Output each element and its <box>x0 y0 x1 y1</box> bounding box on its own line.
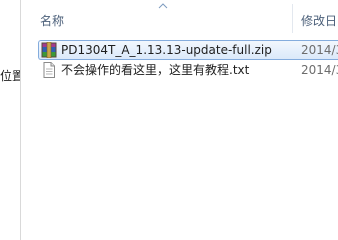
file-row[interactable]: PD1304T_A_1.13.13-update-full.zip 2014/3 <box>21 40 338 60</box>
file-row[interactable]: 不会操作的看这里，这里有教程.txt 2014/3 <box>21 60 338 80</box>
column-header-bar: 名称 修改日 <box>21 0 338 33</box>
text-file-icon <box>43 62 55 78</box>
file-date-modified: 2014/3 <box>301 63 338 77</box>
file-name: PD1304T_A_1.13.13-update-full.zip <box>61 43 272 57</box>
sort-ascending-icon <box>158 3 168 9</box>
winrar-archive-icon <box>41 42 57 58</box>
navigation-pane: 位置 <box>0 0 20 240</box>
column-header-date-modified[interactable]: 修改日 <box>301 13 337 29</box>
pane-splitter[interactable] <box>20 0 21 240</box>
file-date-modified: 2014/3 <box>301 43 338 57</box>
file-name: 不会操作的看这里，这里有教程.txt <box>61 63 250 77</box>
column-header-name[interactable]: 名称 <box>40 13 64 29</box>
nav-item-label[interactable]: 位置 <box>0 67 20 85</box>
column-divider[interactable] <box>292 4 293 33</box>
file-list: PD1304T_A_1.13.13-update-full.zip 2014/3… <box>21 40 338 80</box>
